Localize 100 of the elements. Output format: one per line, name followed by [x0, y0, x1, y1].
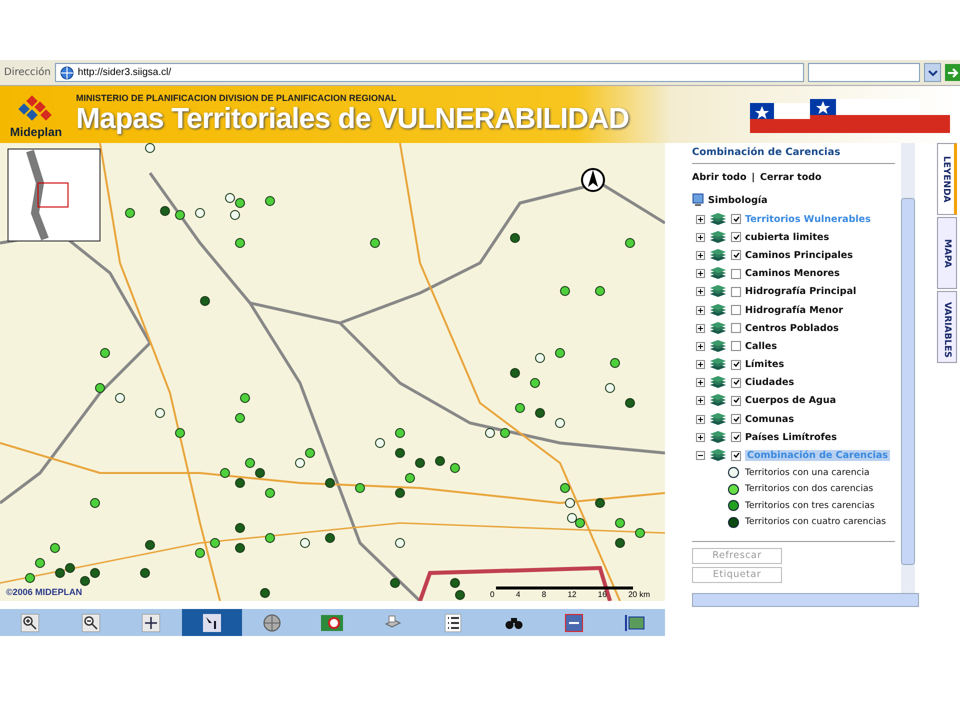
pan-arrows-icon	[142, 614, 160, 632]
legend-label: Territorios con tres carencias	[745, 500, 875, 511]
address-label: Dirección	[4, 67, 51, 78]
legend-label: Territorios con cuatro carencias	[745, 517, 886, 528]
expand-toggle[interactable]	[696, 214, 705, 224]
side-tab[interactable]: VARIABLES	[937, 291, 957, 363]
scale-label: 20 km	[628, 590, 650, 599]
layers-icon	[709, 267, 727, 280]
close-all-link[interactable]: Cerrar todo	[760, 172, 822, 183]
measure-icon	[565, 614, 584, 632]
expand-toggle[interactable]	[696, 360, 705, 370]
dropdown-field[interactable]	[924, 63, 942, 82]
layer-checkbox[interactable]	[731, 232, 741, 242]
zoom-in-icon	[21, 614, 40, 632]
layer-label[interactable]: cubierta limites	[745, 232, 830, 243]
expand-toggle[interactable]	[696, 378, 705, 388]
layer-label[interactable]: Países Limítrofes	[745, 432, 837, 443]
layer-checkbox[interactable]	[731, 360, 741, 370]
layers-icon	[709, 304, 727, 317]
layers-icon	[709, 358, 727, 372]
scale-label: 16	[598, 590, 607, 599]
layer-checkbox[interactable]	[731, 323, 741, 334]
expand-toggle[interactable]	[696, 451, 705, 460]
layer-label[interactable]: Centros Poblados	[745, 322, 839, 334]
layer-checkbox[interactable]	[731, 432, 741, 442]
copyright-text: ©2006 MIDEPLAN	[6, 587, 82, 597]
layer-label[interactable]: Caminos Principales	[745, 250, 853, 261]
ministry-subtitle: MINISTERIO DE PLANIFICACION DIVISION DE PLANIFICACION REGIONAL	[76, 93, 398, 103]
layer-label[interactable]: Comunas	[745, 414, 794, 425]
computer-icon	[692, 193, 704, 207]
scale-label: 12	[568, 590, 576, 599]
layer-checkbox[interactable]	[731, 450, 741, 461]
extent-icon	[624, 614, 646, 632]
layers-icon	[709, 430, 727, 444]
layers-icon	[709, 212, 727, 226]
layer-checkbox[interactable]	[731, 378, 741, 388]
map-icon	[321, 614, 344, 630]
layer-checkbox[interactable]	[731, 286, 741, 297]
layer-checkbox[interactable]	[731, 268, 741, 279]
expand-toggle[interactable]	[696, 306, 705, 315]
logo-text: Mideplan	[10, 124, 62, 138]
globe-page-icon	[60, 66, 74, 80]
layer-label[interactable]: Territorios Wulnerables	[745, 214, 871, 225]
layer-label[interactable]: Cuerpos de Agua	[745, 395, 836, 406]
layers-icon	[709, 248, 727, 262]
map-view[interactable]: ©2006 MIDEPLAN 0 4 8 12 16 20 km	[0, 143, 665, 601]
expand-toggle[interactable]	[696, 232, 705, 242]
layers-icon	[709, 376, 727, 390]
page-title: Mapas Territoriales de VULNERABILIDAD	[76, 103, 630, 136]
expand-toggle[interactable]	[696, 414, 705, 424]
legend-label: Territorios con dos carencias	[745, 484, 874, 494]
expand-toggle[interactable]	[696, 342, 705, 351]
open-all-link[interactable]: Abrir todo	[692, 172, 746, 183]
layers-icon	[709, 394, 727, 408]
binoculars-icon	[504, 616, 523, 630]
layer-checkbox[interactable]	[731, 250, 741, 260]
identify-button[interactable]	[182, 609, 242, 636]
layers-icon	[709, 340, 727, 353]
expand-toggle[interactable]	[696, 396, 705, 406]
go-button[interactable]	[945, 64, 960, 81]
expand-toggle[interactable]	[696, 287, 705, 296]
tree-root-label: Simbología	[708, 194, 768, 206]
horizontal-scrollbar[interactable]	[692, 593, 919, 607]
layer-label[interactable]: Caminos Menores	[745, 268, 840, 280]
layer-label[interactable]: Calles	[745, 340, 777, 352]
separator-text: |	[751, 172, 755, 183]
globe-icon	[263, 614, 282, 632]
layer-checkbox[interactable]	[731, 414, 741, 424]
layer-label[interactable]: Ciudades	[745, 377, 794, 388]
layer-checkbox[interactable]	[731, 214, 741, 224]
side-tab[interactable]: MAPA	[937, 217, 957, 289]
legend-label: Territorios con una carencia	[745, 468, 870, 478]
layers-icon	[709, 322, 727, 335]
caret-icon	[928, 68, 938, 76]
layers-icon	[709, 412, 727, 426]
toolbar-field[interactable]	[808, 63, 920, 82]
layer-label[interactable]: Hidrografía Menor	[745, 304, 844, 316]
url-field[interactable]: http://sider3.siigsa.cl/	[54, 63, 804, 82]
expand-toggle[interactable]	[696, 250, 705, 260]
layer-label[interactable]: Límites	[745, 359, 784, 370]
list-icon	[445, 614, 462, 632]
scale-label: 8	[542, 590, 546, 599]
expand-toggle[interactable]	[696, 432, 705, 442]
layers-icon	[709, 285, 727, 298]
layer-checkbox[interactable]	[731, 341, 741, 352]
layers-icon	[709, 230, 727, 244]
side-tab[interactable]: LEYENDA	[937, 143, 957, 215]
url-text: http://sider3.siigsa.cl/	[78, 67, 172, 78]
expand-toggle[interactable]	[696, 269, 705, 278]
panel-title: Combinación de Carencias	[692, 147, 895, 164]
vertical-scrollbar[interactable]	[901, 143, 915, 593]
layer-checkbox[interactable]	[731, 305, 741, 316]
expand-toggle[interactable]	[696, 324, 705, 333]
zoom-out-icon	[82, 614, 100, 632]
arrow-icon	[946, 66, 959, 78]
layer-checkbox[interactable]	[731, 396, 741, 406]
layers-icon	[709, 449, 727, 462]
cursor-info-icon	[202, 614, 221, 632]
layer-label[interactable]: Hidrografía Principal	[745, 286, 856, 298]
scale-label: 4	[516, 590, 520, 599]
